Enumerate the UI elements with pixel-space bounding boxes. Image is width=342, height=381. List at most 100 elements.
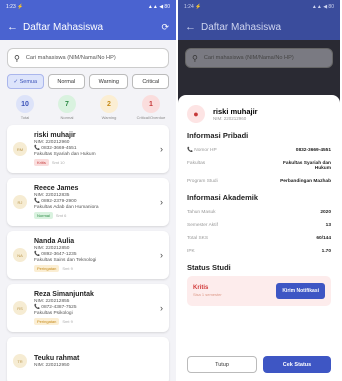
- student-phone: 📞 0872-4387-7525: [34, 305, 77, 310]
- info-value: Perbandingan Mazhab: [280, 179, 331, 184]
- info-label: Fakultas: [187, 161, 206, 166]
- refresh-icon[interactable]: ⟳: [161, 22, 169, 33]
- student-list-screen: 1:23 ⚡ ▲▲ ◀ 80 ← Daftar Mahasiswa ⟳ ⚲ Ca…: [0, 0, 176, 381]
- stat-label: Normal: [60, 115, 74, 120]
- search-icon: ⚲: [192, 53, 198, 63]
- status-subtext: Sisa 1 semester: [193, 292, 222, 297]
- person-icon: ●: [187, 105, 205, 123]
- student-card[interactable]: NA Nanda Aulia NIM: 220212850 📞 0892-364…: [7, 231, 169, 279]
- info-value: 0832-3669-4551: [295, 148, 331, 153]
- status-badge: Kritis: [34, 159, 49, 166]
- student-faculty: Fakultas Adab dan Humaniora: [34, 205, 99, 210]
- semester-label: Smt 10: [51, 160, 65, 165]
- status-label: Kritis: [193, 285, 209, 291]
- info-label: Total SKS: [187, 236, 209, 241]
- info-row: Fakultas Fakultas Syariah dan Hukum: [187, 157, 331, 175]
- student-faculty: Fakultas Syariah dan Hukum: [34, 152, 96, 157]
- info-row: Tahun Masuk 2020: [187, 206, 331, 219]
- stat-normal: 7 Normal: [49, 95, 85, 120]
- status-time: 1:23 ⚡: [6, 4, 24, 10]
- semester-label: Smt 9: [62, 266, 73, 271]
- stat-label: Warning: [101, 115, 117, 120]
- student-faculty: Fakultas Psikologi: [34, 311, 73, 316]
- student-phone: 📞 0892-2379-2900: [34, 199, 77, 204]
- status-icons: ▲▲ ◀ 80: [147, 4, 170, 10]
- info-value: 13: [325, 223, 331, 228]
- stat-label: Total: [20, 115, 30, 120]
- info-label: Program Studi: [187, 179, 218, 184]
- status-badge: Peringatan: [34, 318, 60, 325]
- info-value: 1.70: [321, 249, 331, 254]
- info-row: Semester Aktif 13: [187, 219, 331, 232]
- avatar: RJ: [13, 195, 27, 209]
- info-row: Program Studi Perbandingan Mazhab: [187, 175, 331, 188]
- student-phone: 📞 0892-3647-1235: [34, 252, 77, 257]
- filter-chip-all[interactable]: ✓ Semua: [7, 74, 44, 89]
- status-time: 1:24 ⚡: [184, 4, 202, 10]
- info-value: 2020: [320, 210, 331, 215]
- search-input[interactable]: ⚲ Cari mahasiswa (NIM/Nama/No HP): [185, 48, 333, 68]
- student-card[interactable]: TR Teuku rahmat NIM: 220212950: [7, 337, 169, 381]
- student-detail-sheet: ● riski muhajir NIM: 220212960 Informasi…: [178, 95, 340, 381]
- avatar: TR: [13, 354, 27, 368]
- student-name: riski muhajir: [213, 107, 258, 116]
- student-name: Reza Simanjuntak: [34, 291, 94, 298]
- chevron-right-icon: ›: [160, 197, 163, 207]
- send-notification-button[interactable]: Kirim Notifikasi: [276, 283, 325, 299]
- student-detail-screen: 1:24 ⚡ ▲▲ ◀ 80 ← Daftar Mahasiswa ⚲ Cari…: [178, 0, 340, 381]
- close-button[interactable]: Tutup: [187, 356, 257, 373]
- student-nim: NIM: 220212835: [34, 193, 70, 198]
- filter-chip-warning[interactable]: Warning: [89, 74, 129, 89]
- student-card[interactable]: RS Reza Simanjuntak NIM: 220212855 📞 087…: [7, 284, 169, 332]
- student-phone: 📞 0832-3669-4551: [34, 146, 77, 151]
- info-row: Total SKS 60/144: [187, 232, 331, 245]
- sheet-actions: Tutup Cek Status: [187, 356, 331, 373]
- filter-chip-normal[interactable]: Normal: [47, 74, 86, 89]
- chevron-right-icon: ›: [160, 250, 163, 260]
- student-name: Reece James: [34, 185, 79, 192]
- info-label: Tahun Masuk: [187, 210, 216, 215]
- status-badge: Peringatan: [34, 265, 60, 272]
- student-name: Teuku rahmat: [34, 354, 80, 362]
- back-arrow-icon[interactable]: ←: [7, 21, 23, 33]
- student-card[interactable]: RJ Reece James NIM: 220212835 📞 0892-237…: [7, 178, 169, 226]
- student-nim: NIM: 220212950: [34, 362, 70, 368]
- search-placeholder: Cari mahasiswa (NIM/Nama/No HP): [203, 55, 294, 61]
- info-row: 📞 Nomor HP 0832-3669-4551: [187, 144, 331, 157]
- status-bar: 1:23 ⚡ ▲▲ ◀ 80: [0, 0, 176, 14]
- stat-value: 7: [58, 95, 76, 113]
- student-name: Nanda Aulia: [34, 238, 75, 245]
- stat-critical: 1 Critical/Overdue: [133, 95, 169, 120]
- student-card[interactable]: RM riski muhajir NIM: 220212960 📞 0832-3…: [7, 125, 169, 173]
- semester-label: Smt 9: [62, 319, 73, 324]
- student-nim: NIM: 220212855: [34, 299, 70, 304]
- stat-label: Critical/Overdue: [136, 115, 166, 120]
- back-arrow-icon[interactable]: ←: [185, 21, 201, 33]
- stat-value: 2: [100, 95, 118, 113]
- student-header: ● riski muhajir NIM: 220212960: [187, 105, 331, 123]
- student-faculty: Fakultas Sains dan Teknologi: [34, 258, 97, 263]
- avatar: RM: [13, 142, 27, 156]
- filter-chip-critical[interactable]: Critical: [132, 74, 169, 89]
- stat-total: 10 Total: [7, 95, 43, 120]
- section-title-academic: Informasi Akademik: [187, 193, 258, 202]
- status-icons: ▲▲ ◀ 80: [311, 4, 334, 10]
- status-badge: Normal: [34, 212, 53, 219]
- chevron-right-icon: ›: [160, 144, 163, 154]
- status-bar: 1:24 ⚡ ▲▲ ◀ 80: [178, 0, 340, 14]
- student-nim: NIM: 220212960: [213, 116, 247, 121]
- page-title: Daftar Mahasiswa: [201, 21, 282, 33]
- info-value: 60/144: [316, 236, 331, 241]
- search-icon: ⚲: [14, 53, 20, 63]
- student-nim: NIM: 220212960: [34, 140, 70, 145]
- app-bar: ← Daftar Mahasiswa ⟳: [0, 14, 176, 40]
- student-list: RM riski muhajir NIM: 220212960 📞 0832-3…: [0, 125, 176, 381]
- search-input[interactable]: ⚲ Cari mahasiswa (NIM/Nama/No HP): [7, 48, 169, 68]
- student-name: riski muhajir: [34, 132, 76, 139]
- check-status-button[interactable]: Cek Status: [263, 356, 331, 373]
- search-placeholder: Cari mahasiswa (NIM/Nama/No HP): [25, 55, 116, 61]
- filter-chips: ✓ Semua Normal Warning Critical: [0, 74, 176, 89]
- stat-warning: 2 Warning: [91, 95, 127, 120]
- status-critical-box: Kritis Sisa 1 semester Kirim Notifikasi: [187, 276, 331, 306]
- page-title: Daftar Mahasiswa: [23, 21, 104, 33]
